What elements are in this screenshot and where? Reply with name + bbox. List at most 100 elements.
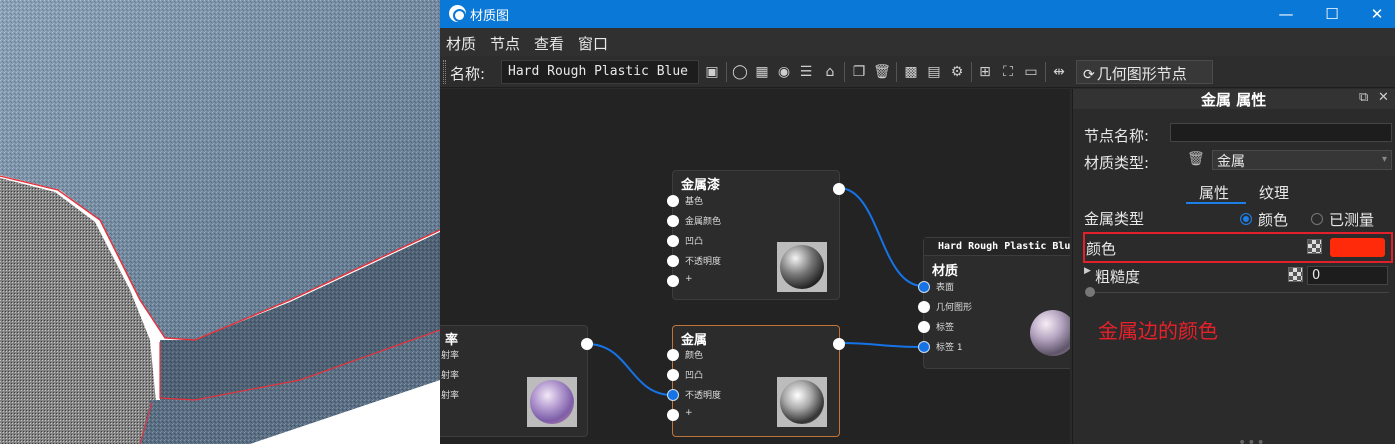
add-node-icon[interactable]: ▩ bbox=[901, 61, 921, 83]
material-preview-sphere bbox=[1030, 310, 1070, 356]
roughness-slider-handle[interactable] bbox=[1085, 287, 1095, 297]
wire-left-to-opacity bbox=[586, 343, 673, 396]
material-name-label: 名称: bbox=[450, 65, 486, 83]
arrange-icon[interactable]: ⇹ bbox=[1049, 61, 1069, 83]
close-button[interactable]: ✕ bbox=[1362, 3, 1392, 25]
port-tag-1[interactable] bbox=[918, 341, 930, 353]
port-tag[interactable] bbox=[918, 321, 930, 333]
wire-metal-to-tag1 bbox=[838, 342, 924, 348]
toolbar: 名称: Hard Rough Plastic Blue ▣ ◯ ▦ ◉ ☰ ⌂ … bbox=[440, 56, 1395, 88]
port-label: 几何图形 bbox=[936, 303, 973, 313]
port-label: 不透明度 bbox=[685, 391, 722, 401]
port-surface[interactable] bbox=[918, 281, 930, 293]
preview-sphere bbox=[780, 245, 824, 289]
node-title: 金属 bbox=[681, 333, 708, 348]
menu-material[interactable]: 材质 bbox=[446, 33, 476, 54]
expand-arrow-icon[interactable]: ▶ bbox=[1084, 266, 1091, 276]
port-opacity[interactable] bbox=[667, 255, 679, 267]
port-bump[interactable] bbox=[667, 369, 679, 381]
menu-node[interactable]: 节点 bbox=[490, 33, 520, 54]
port-bump[interactable] bbox=[667, 235, 679, 247]
port-add[interactable] bbox=[667, 275, 679, 287]
play-icon[interactable]: ◉ bbox=[774, 61, 794, 83]
node-preview-thumbnail bbox=[527, 377, 577, 427]
delete-icon[interactable]: 🗑 bbox=[872, 61, 892, 83]
texture-checker-icon[interactable] bbox=[1307, 239, 1322, 254]
properties-title: 金属 属性 bbox=[1201, 91, 1267, 109]
geometry-node-button[interactable]: ⟳ 几何图形节点 bbox=[1076, 60, 1213, 84]
port-metal-color[interactable] bbox=[667, 215, 679, 227]
refresh-icon: ⟳ bbox=[1083, 67, 1095, 83]
close-panel-icon[interactable]: ✕ bbox=[1378, 90, 1389, 105]
zoom-100-icon[interactable]: ▭ bbox=[1021, 61, 1041, 83]
properties-panel: 金属 属性 ⧉ ✕ 节点名称: 材质类型: 🗑 金属 ▾ 属性 纹理 金属类型 … bbox=[1072, 89, 1395, 444]
roughness-input[interactable]: 0 bbox=[1307, 266, 1388, 285]
radio-measured[interactable] bbox=[1311, 213, 1323, 225]
maximize-button[interactable]: ☐ bbox=[1317, 3, 1347, 25]
port-label: + bbox=[685, 408, 693, 418]
node-metal[interactable]: 金属 颜色 凹凸 不透明度 + bbox=[667, 325, 845, 437]
metal-type-label: 金属类型 bbox=[1084, 210, 1145, 228]
material-name-input[interactable]: Hard Rough Plastic Blue bbox=[501, 60, 699, 84]
chevron-down-icon: ▾ bbox=[1381, 154, 1387, 165]
trash-icon[interactable]: 🗑 bbox=[1187, 151, 1205, 167]
node-name-input[interactable] bbox=[1170, 123, 1392, 142]
port-label: 标签 1 bbox=[936, 343, 963, 353]
sliders-icon[interactable]: ☰ bbox=[796, 61, 816, 83]
grid-icon[interactable]: ▤ bbox=[924, 61, 944, 83]
align-icon[interactable]: ⊞ bbox=[975, 61, 995, 83]
port-label: 不透明度 bbox=[685, 257, 722, 267]
port-label: 射率 bbox=[441, 351, 460, 361]
float-panel-icon[interactable]: ⧉ bbox=[1359, 90, 1368, 105]
checker-icon[interactable]: ▦ bbox=[752, 61, 772, 83]
title-bar: 材质图 — ☐ ✕ bbox=[440, 0, 1395, 28]
render-image bbox=[0, 0, 440, 444]
radio-color[interactable] bbox=[1240, 213, 1252, 225]
node-left-partial[interactable]: 率 射率 射率 射率 bbox=[440, 325, 593, 437]
port-geometry[interactable] bbox=[918, 301, 930, 313]
material-type-select[interactable]: 金属 ▾ bbox=[1212, 150, 1392, 170]
color-swatch[interactable] bbox=[1330, 238, 1385, 257]
duplicate-icon[interactable]: ❐ bbox=[849, 61, 869, 83]
port-label: + bbox=[685, 274, 693, 284]
node-output-port[interactable] bbox=[833, 183, 845, 195]
node-output-port[interactable] bbox=[581, 338, 593, 350]
port-label: 射率 bbox=[441, 391, 460, 401]
node-material-output[interactable]: Hard Rough Plastic Blue 材质 表面 几何图形 标签 标签… bbox=[918, 237, 1070, 369]
node-preview-thumbnail bbox=[777, 242, 827, 292]
port-opacity[interactable] bbox=[667, 389, 679, 401]
port-label: 射率 bbox=[441, 371, 460, 381]
tab-properties[interactable]: 属性 bbox=[1199, 182, 1229, 203]
port-label: 标签 bbox=[936, 323, 955, 333]
color-label: 颜色 bbox=[1086, 240, 1117, 258]
sphere-preview-icon[interactable]: ◯ bbox=[730, 61, 750, 83]
settings-icon[interactable]: ⚙ bbox=[947, 61, 967, 83]
node-name-label: 节点名称: bbox=[1084, 127, 1150, 145]
port-color[interactable] bbox=[667, 349, 679, 361]
node-editor-canvas[interactable]: 金属漆 基色 金属颜色 凹凸 不透明度 + 金属 颜色 凹凸 不透明度 + 率 … bbox=[440, 89, 1070, 444]
active-tab-indicator bbox=[1186, 202, 1246, 204]
toolbar-divider bbox=[896, 62, 897, 82]
fit-icon[interactable]: ⛶ bbox=[998, 61, 1018, 83]
node-output-port[interactable] bbox=[833, 338, 845, 350]
app-logo-icon bbox=[449, 5, 466, 22]
material-type-label: 材质类型: bbox=[1084, 154, 1150, 172]
layout-icon[interactable]: ⌂ bbox=[820, 61, 840, 83]
minimize-button[interactable]: — bbox=[1271, 3, 1301, 25]
save-icon[interactable]: ▣ bbox=[702, 61, 722, 83]
menu-view[interactable]: 查看 bbox=[534, 33, 564, 54]
port-base-color[interactable] bbox=[667, 195, 679, 207]
material-type-value: 金属 bbox=[1217, 154, 1245, 170]
toolbar-divider bbox=[1045, 62, 1046, 82]
port-add[interactable] bbox=[667, 409, 679, 421]
node-metal-paint[interactable]: 金属漆 基色 金属颜色 凹凸 不透明度 + bbox=[667, 170, 845, 300]
port-label: 表面 bbox=[936, 283, 955, 293]
tab-texture[interactable]: 纹理 bbox=[1259, 182, 1289, 203]
toolbar-grip[interactable] bbox=[443, 60, 446, 84]
texture-checker-icon[interactable] bbox=[1288, 267, 1303, 282]
roughness-slider-track[interactable] bbox=[1087, 292, 1389, 293]
menu-window[interactable]: 窗口 bbox=[578, 33, 608, 54]
toolbar-divider bbox=[971, 62, 972, 82]
port-label: 颜色 bbox=[685, 351, 704, 361]
resize-grip-icon[interactable]: ••• bbox=[1238, 435, 1266, 444]
